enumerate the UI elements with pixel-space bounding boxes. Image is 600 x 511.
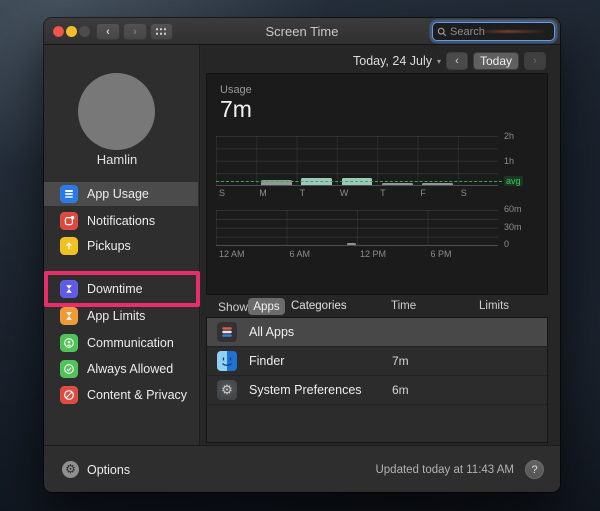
gear-icon: ⚙ [221, 382, 233, 397]
notifications-icon [60, 212, 78, 230]
hourly-usage-chart [216, 210, 498, 246]
avatar [78, 73, 155, 150]
x-axis-label: W [339, 188, 349, 198]
app-usage-list: All Apps Finder 7m ⚙ System Preferences … [206, 317, 548, 443]
sidebar-item-app-limits[interactable]: App Limits [44, 304, 198, 328]
sidebar-item-label: Pickups [87, 239, 131, 253]
finder-icon [217, 351, 237, 371]
weekly-usage-chart [216, 136, 502, 186]
x-axis-label: S [219, 188, 226, 198]
x-axis-label: 12 AM [219, 249, 245, 259]
usage-bar [422, 182, 453, 185]
hourly-axis-labels: 12 AM 6 AM 12 PM 6 PM [216, 249, 498, 260]
updated-timestamp: Updated today at 11:43 AM [375, 464, 514, 476]
y-tick-1h: 1h [504, 156, 515, 166]
previous-day-button[interactable]: ‹ [446, 52, 468, 70]
titlebar[interactable]: ‹ › Screen Time [44, 18, 560, 45]
pickups-icon [60, 237, 78, 255]
chevron-right-icon: › [533, 55, 537, 67]
sidebar-item-always-allowed[interactable]: Always Allowed [44, 357, 198, 381]
x-axis-label: T [299, 188, 306, 198]
usage-bar [346, 242, 356, 245]
sidebar-item-notifications[interactable]: Notifications [44, 209, 198, 233]
search-field-smudge [477, 30, 545, 33]
content-privacy-icon [60, 386, 78, 404]
options-button[interactable]: ⚙ Options [62, 461, 130, 478]
main-content: Today, 24 July ▾ ‹ Today › Usage 7m S M T W… [201, 45, 560, 445]
segment-categories[interactable]: Categories [291, 300, 347, 312]
sidebar-item-label: Notifications [87, 214, 156, 228]
sidebar-item-label: Always Allowed [87, 362, 174, 376]
app-name: Finder [249, 354, 285, 368]
sidebar-item-pickups[interactable]: Pickups [44, 234, 198, 258]
show-filter-row: Show: Apps Categories Time Limits [206, 297, 548, 317]
screen-time-window: ‹ › Screen Time Hamlin App Usage [44, 18, 560, 492]
user-name: Hamlin [96, 152, 138, 167]
x-axis-label: S [460, 188, 467, 198]
usage-chart-panel: Usage 7m S M T W T F S 2h 1h avg 12 AM 6 AM 12 P… [206, 73, 548, 295]
y-tick-30m: 30m [504, 222, 522, 232]
app-time: 7m [392, 354, 409, 368]
y-tick-60m: 60m [504, 204, 522, 214]
communication-icon [60, 334, 78, 352]
sidebar-item-content-privacy[interactable]: Content & Privacy [44, 383, 198, 407]
usage-bar [381, 183, 413, 185]
next-day-button[interactable]: › [524, 52, 546, 70]
list-item-finder[interactable]: Finder 7m [207, 347, 547, 376]
weekly-axis-labels: SMTWTFS [216, 188, 498, 199]
search-icon [437, 27, 447, 36]
column-header-time: Time [391, 300, 417, 312]
all-apps-icon [217, 322, 237, 342]
sidebar-item-app-usage[interactable]: App Usage [44, 182, 198, 206]
sidebar-item-downtime[interactable]: Downtime [44, 277, 198, 301]
app-usage-icon [60, 185, 78, 203]
sidebar-item-label: App Usage [87, 187, 149, 201]
x-axis-label: F [420, 188, 426, 198]
column-header-limits: Limits [479, 300, 510, 312]
show-label: Show: [218, 300, 252, 314]
app-limits-icon [60, 307, 78, 325]
x-axis-label: 6 AM [289, 249, 311, 259]
options-label: Options [87, 462, 131, 477]
chevron-down-icon: ▾ [436, 56, 441, 66]
chevron-left-icon: ‹ [455, 55, 459, 67]
date-dropdown[interactable]: Today, 24 July [353, 54, 432, 68]
x-axis-label: 6 PM [430, 249, 452, 259]
usage-total: 7m [220, 96, 252, 122]
list-item-all-apps[interactable]: All Apps [207, 318, 547, 347]
sidebar-item-label: Downtime [87, 282, 143, 296]
gear-icon: ⚙ [62, 461, 79, 478]
app-name: All Apps [249, 325, 295, 339]
downtime-icon [60, 280, 78, 298]
question-mark-icon: ? [531, 463, 538, 476]
x-axis-label: 12 PM [360, 249, 387, 259]
list-item-system-preferences[interactable]: ⚙ System Preferences 6m [207, 376, 547, 405]
always-allowed-icon [60, 360, 78, 378]
footer-bar: ⚙ Options Updated today at 11:43 AM ? [44, 445, 560, 492]
average-line [216, 180, 502, 182]
today-button[interactable]: Today [473, 52, 519, 70]
sidebar-item-label: App Limits [87, 309, 146, 323]
x-axis-label: M [259, 188, 267, 198]
app-time: 6m [392, 383, 409, 397]
system-preferences-icon: ⚙ [217, 380, 237, 400]
y-tick-0: 0 [504, 239, 510, 249]
sidebar-item-label: Content & Privacy [87, 388, 188, 402]
sidebar-item-label: Communication [87, 336, 174, 350]
help-button[interactable]: ? [525, 460, 544, 479]
sidebar: Hamlin App Usage Notifications Pickups D… [44, 45, 200, 445]
y-tick-2h: 2h [504, 131, 515, 141]
search-field[interactable] [433, 23, 554, 40]
segment-apps[interactable]: Apps [248, 298, 285, 315]
x-axis-label: T [380, 188, 386, 198]
usage-label: Usage [220, 84, 252, 96]
app-name: System Preferences [249, 383, 362, 397]
average-label: avg [504, 176, 523, 186]
sidebar-item-communication[interactable]: Communication [44, 331, 198, 355]
